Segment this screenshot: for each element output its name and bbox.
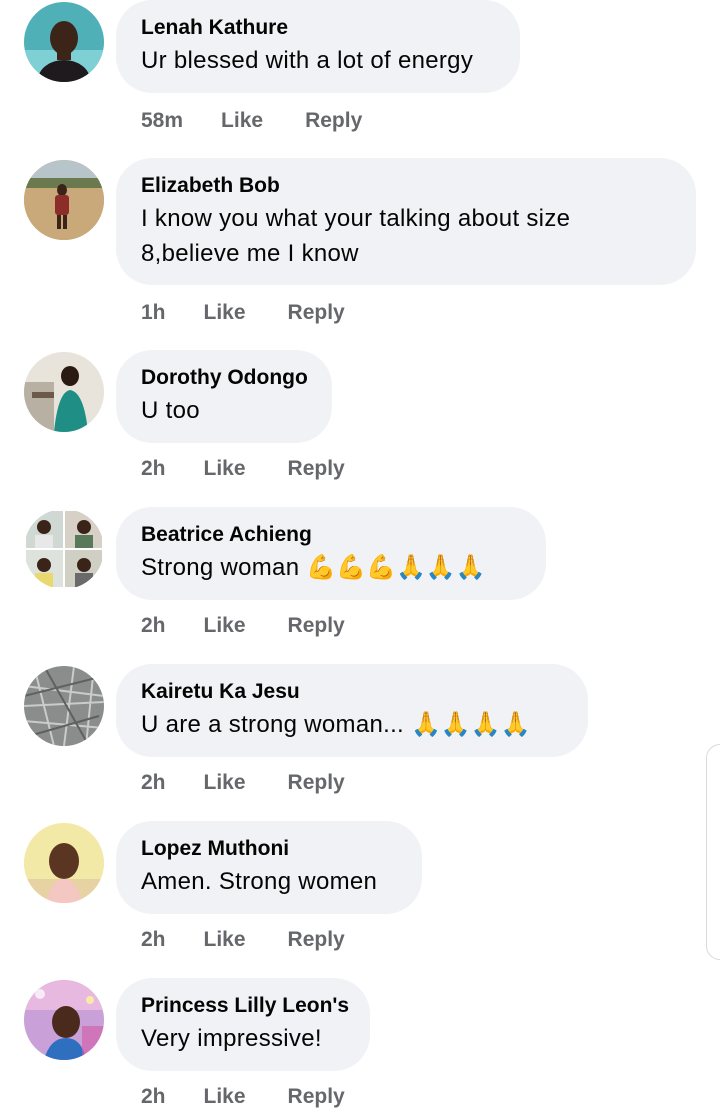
reply-button[interactable]: Reply <box>288 611 345 641</box>
comment-bubble[interactable]: Lopez Muthoni Amen. Strong women <box>116 821 422 914</box>
user-avatar[interactable] <box>24 509 104 589</box>
comment-time[interactable]: 1h <box>141 298 166 328</box>
emoji-reaction: 💪💪💪🙏🙏🙏 <box>306 554 486 581</box>
reply-button[interactable]: Reply <box>288 768 345 798</box>
reply-button[interactable]: Reply <box>305 106 362 136</box>
comment-author[interactable]: Lopez Muthoni <box>141 834 396 864</box>
like-button[interactable]: Like <box>204 454 246 484</box>
comment-author[interactable]: Dorothy Odongo <box>141 363 308 393</box>
user-avatar[interactable] <box>24 666 104 746</box>
side-panel-edge[interactable] <box>706 744 720 960</box>
user-avatar[interactable] <box>24 980 104 1060</box>
comment-actions: 2h Like Reply <box>141 1082 345 1112</box>
comment-text: U are a strong woman... 🙏🙏🙏🙏 <box>141 707 562 742</box>
comment-time[interactable]: 2h <box>141 768 166 798</box>
comment-bubble[interactable]: Dorothy Odongo U too <box>116 350 332 443</box>
comment-text-body: U are a strong woman... <box>141 711 405 738</box>
reply-button[interactable]: Reply <box>288 1082 345 1112</box>
comment-actions: 1h Like Reply <box>141 298 345 328</box>
comment-bubble[interactable]: Beatrice Achieng Strong woman 💪💪💪🙏🙏🙏 <box>116 507 546 600</box>
comment-text: Very impressive! <box>141 1025 322 1052</box>
comment-time[interactable]: 58m <box>141 106 183 136</box>
comment-actions: 2h Like Reply <box>141 925 345 955</box>
comment-text: I know you what your talking about size … <box>141 205 571 267</box>
comment-author[interactable]: Princess Lilly Leon's <box>141 991 349 1021</box>
comment-text: Ur blessed with a lot of energy <box>141 47 474 74</box>
comment-text-body: Strong woman <box>141 554 300 581</box>
comment-actions: 2h Like Reply <box>141 768 345 798</box>
reply-button[interactable]: Reply <box>288 925 345 955</box>
comment-author[interactable]: Beatrice Achieng <box>141 520 520 550</box>
comment-bubble[interactable]: Elizabeth Bob I know you what your talki… <box>116 158 696 285</box>
like-button[interactable]: Like <box>204 298 246 328</box>
emoji-reaction: 🙏🙏🙏🙏 <box>410 711 531 738</box>
like-button[interactable]: Like <box>204 1082 246 1112</box>
comment-author[interactable]: Elizabeth Bob <box>141 171 670 201</box>
comment-text: Amen. Strong women <box>141 868 378 895</box>
like-button[interactable]: Like <box>204 768 246 798</box>
reply-button[interactable]: Reply <box>288 298 345 328</box>
comment-actions: 2h Like Reply <box>141 611 345 641</box>
comment-text: U too <box>141 397 200 424</box>
user-avatar[interactable] <box>24 352 104 432</box>
like-button[interactable]: Like <box>204 925 246 955</box>
user-avatar[interactable] <box>24 823 104 903</box>
comment-time[interactable]: 2h <box>141 1082 166 1112</box>
comment-time[interactable]: 2h <box>141 454 166 484</box>
comment-actions: 2h Like Reply <box>141 454 345 484</box>
comment-text: Strong woman 💪💪💪🙏🙏🙏 <box>141 550 520 585</box>
like-button[interactable]: Like <box>221 106 263 136</box>
comment-bubble[interactable]: Lenah Kathure Ur blessed with a lot of e… <box>116 0 520 93</box>
comment-time[interactable]: 2h <box>141 611 166 641</box>
comment-bubble[interactable]: Kairetu Ka Jesu U are a strong woman... … <box>116 664 588 757</box>
comment-author[interactable]: Lenah Kathure <box>141 13 494 43</box>
comment-author[interactable]: Kairetu Ka Jesu <box>141 677 562 707</box>
reply-button[interactable]: Reply <box>288 454 345 484</box>
comment-actions: 58m Like Reply <box>141 106 362 136</box>
user-avatar[interactable] <box>24 160 104 240</box>
user-avatar[interactable] <box>24 2 104 82</box>
comment-time[interactable]: 2h <box>141 925 166 955</box>
comment-bubble[interactable]: Princess Lilly Leon's Very impressive! <box>116 978 370 1071</box>
like-button[interactable]: Like <box>204 611 246 641</box>
